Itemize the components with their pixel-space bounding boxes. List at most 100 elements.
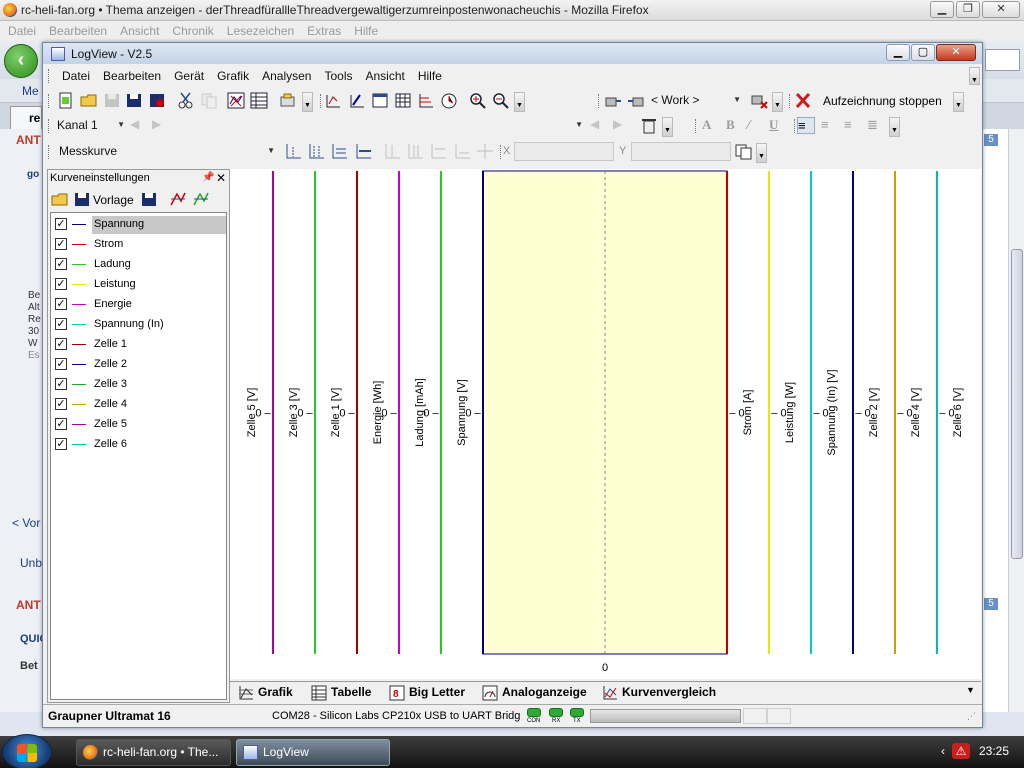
tab-kurvenvergleich[interactable]: Kurvenvergleich <box>600 684 716 702</box>
copy-icon[interactable] <box>200 92 218 109</box>
menu-overflow-icon[interactable]: ▼ <box>969 67 980 85</box>
grid-icon[interactable] <box>394 92 412 109</box>
curve-checkbox[interactable]: ✓ <box>55 218 67 230</box>
curve-checkbox[interactable]: ✓ <box>55 238 67 250</box>
tab-tabelle[interactable]: Tabelle <box>309 684 371 702</box>
taskbar-logview[interactable]: LogView <box>236 739 390 766</box>
curve-checkbox[interactable]: ✓ <box>55 258 67 270</box>
close-panel-icon[interactable]: ✕ <box>216 171 226 185</box>
menu-grafik[interactable]: Grafik <box>217 69 249 83</box>
table-view-icon[interactable] <box>250 92 268 109</box>
clock-icon[interactable] <box>440 92 458 109</box>
ff-menu-lesezeichen[interactable]: Lesezeichen <box>227 24 294 38</box>
close-icon[interactable]: ✕ <box>936 44 976 61</box>
save-icon[interactable] <box>73 191 91 208</box>
font-icon[interactable]: A <box>702 117 720 134</box>
bold-icon[interactable]: B <box>726 117 744 134</box>
menu-ansicht[interactable]: Ansicht <box>365 69 404 83</box>
device-link-icon[interactable] <box>627 92 645 109</box>
scale-icon[interactable] <box>324 92 342 109</box>
crosshair-icon[interactable] <box>476 143 494 160</box>
toolbar-overflow-icon[interactable]: ▼ <box>953 92 964 112</box>
axis-settings-icon[interactable] <box>417 92 435 109</box>
curve-list-item[interactable]: ✓ Ladung <box>51 255 226 275</box>
curve-style-icon[interactable] <box>192 191 210 208</box>
zoom-in-icon[interactable] <box>469 92 487 109</box>
curve-checkbox[interactable]: ✓ <box>55 418 67 430</box>
curve-list-item[interactable]: ✓ Leistung <box>51 275 226 295</box>
curve-checkbox[interactable]: ✓ <box>55 278 67 290</box>
new-file-icon[interactable] <box>57 92 75 109</box>
save-icon[interactable] <box>103 92 121 109</box>
prev-link[interactable]: < Vor <box>12 516 40 530</box>
open-folder-icon[interactable] <box>80 92 98 109</box>
next-arrow-icon[interactable]: ▶ <box>152 117 170 134</box>
pen-icon[interactable]: ∕ <box>748 117 766 134</box>
curve-edit-icon[interactable] <box>348 92 366 109</box>
page-scrollbar[interactable] <box>1008 129 1024 712</box>
marker-level-icon[interactable] <box>453 143 471 160</box>
device-disconnect-icon[interactable] <box>750 92 768 109</box>
menu-datei[interactable]: Datei <box>62 69 90 83</box>
template-label[interactable]: Vorlage <box>93 193 134 207</box>
grip-handle[interactable] <box>48 145 51 159</box>
y-value-field[interactable] <box>631 142 731 161</box>
grip-handle[interactable] <box>320 94 323 108</box>
restore-icon[interactable]: ❐ <box>956 1 980 18</box>
curve-checkbox[interactable]: ✓ <box>55 398 67 410</box>
align-justify-icon[interactable]: ≣ <box>867 117 885 134</box>
open-folder-icon[interactable] <box>51 191 69 208</box>
taskbar-firefox[interactable]: rc-heli-fan.org • The... <box>76 739 231 766</box>
tab-grafik[interactable]: Grafik <box>236 684 293 702</box>
ff-menu-bearbeiten[interactable]: Bearbeiten <box>49 24 107 38</box>
maximize-icon[interactable]: ▢ <box>911 44 935 61</box>
align-center-icon[interactable]: ≡ <box>821 117 839 134</box>
align-right-icon[interactable]: ≡ <box>844 117 862 134</box>
stop-recording-icon[interactable] <box>794 92 812 109</box>
work-combo[interactable]: < Work > ▼ <box>647 91 743 110</box>
curve-list-item[interactable]: ✓ Zelle 5 <box>51 415 226 435</box>
x-value-field[interactable] <box>514 142 614 161</box>
antivirus-icon[interactable]: ⚠ <box>952 743 970 759</box>
grip-handle[interactable] <box>695 119 698 133</box>
close-icon[interactable]: ✕ <box>982 1 1020 18</box>
cursor-level-icon[interactable] <box>354 143 372 160</box>
curve-list-item[interactable]: ✓ Zelle 4 <box>51 395 226 415</box>
minimize-icon[interactable]: ▁ <box>930 1 954 18</box>
menu-bearbeiten[interactable]: Bearbeiten <box>103 69 161 83</box>
zoom-out-icon[interactable] <box>492 92 510 109</box>
cursor-range-icon[interactable] <box>330 143 348 160</box>
curve-checkbox[interactable]: ✓ <box>55 438 67 450</box>
firefox-tab[interactable]: re <box>10 106 42 129</box>
back-arrow-icon[interactable]: ‹ <box>4 44 38 78</box>
grip-handle[interactable] <box>48 69 51 83</box>
grip-handle[interactable] <box>598 94 601 108</box>
curve-list-item[interactable]: ✓ Zelle 3 <box>51 375 226 395</box>
bookmark-item[interactable]: Me <box>22 84 39 98</box>
ff-menu-extras[interactable]: Extras <box>307 24 341 38</box>
toolbar-overflow-icon[interactable]: ▼ <box>514 92 525 112</box>
marker-icon[interactable] <box>383 143 401 160</box>
curve-color-icon[interactable] <box>169 191 187 208</box>
copy-values-icon[interactable] <box>735 143 753 160</box>
save-template-icon[interactable] <box>140 191 158 208</box>
marker-set-icon[interactable] <box>406 143 424 160</box>
curve-checkbox[interactable]: ✓ <box>55 338 67 350</box>
curve-list-item[interactable]: ✓ Zelle 1 <box>51 335 226 355</box>
marker-range-icon[interactable] <box>429 143 447 160</box>
resize-grip-icon[interactable]: ⋰ <box>967 711 976 722</box>
curve-list-item[interactable]: ✓ Spannung <box>51 215 226 235</box>
curve-list-item[interactable]: ✓ Zelle 2 <box>51 355 226 375</box>
ff-menu-datei[interactable]: Datei <box>8 24 36 38</box>
search-field[interactable] <box>985 49 1020 71</box>
grip-handle[interactable] <box>48 119 51 133</box>
tab-analoganzeige[interactable]: Analoganzeige <box>480 684 587 702</box>
prev-arrow-icon[interactable]: ◀ <box>590 117 608 134</box>
menu-geraet[interactable]: Gerät <box>174 69 204 83</box>
tab-big-letter[interactable]: 8 Big Letter <box>387 684 465 702</box>
record-combo[interactable]: ▼ <box>171 116 585 135</box>
menu-analysen[interactable]: Analysen <box>262 69 311 83</box>
curve-list-item[interactable]: ✓ Energie <box>51 295 226 315</box>
pin-icon[interactable]: 📌 <box>202 172 214 183</box>
device-connect-icon[interactable] <box>604 92 622 109</box>
